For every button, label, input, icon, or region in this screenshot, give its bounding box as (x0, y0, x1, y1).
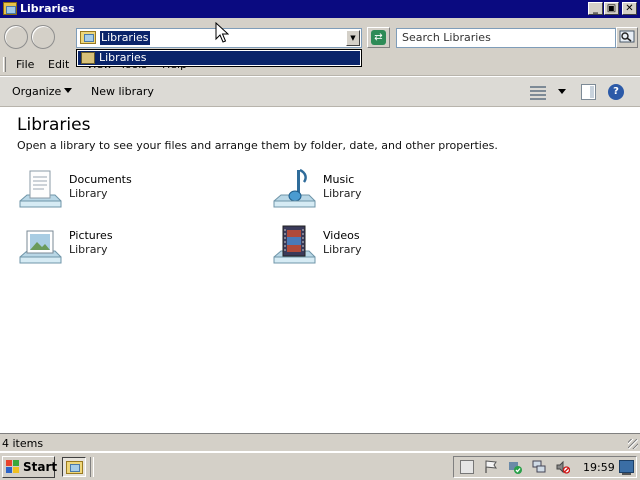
mouse-cursor-icon (215, 22, 229, 43)
close-button[interactable]: ✕ (622, 2, 637, 15)
libraries-icon (80, 31, 96, 44)
library-item-music[interactable]: Music Library (271, 167, 471, 217)
navigation-bar: Libraries ▼ ⇄ Search Libraries (0, 18, 640, 52)
library-type: Library (323, 187, 362, 200)
maximize-button[interactable]: ▣ (604, 2, 619, 15)
view-options-chevron-icon[interactable] (558, 89, 566, 94)
resize-grip[interactable] (628, 439, 638, 449)
library-type: Library (69, 243, 108, 256)
start-label: Start (23, 460, 58, 474)
show-desktop-icon[interactable] (619, 460, 634, 475)
help-icon[interactable]: ? (608, 84, 624, 100)
music-library-icon (273, 168, 316, 208)
start-button[interactable]: Start (2, 456, 58, 478)
change-view-icon[interactable] (530, 85, 546, 100)
search-placeholder: Search Libraries (402, 31, 491, 44)
back-button[interactable] (4, 25, 28, 49)
address-dropdown-button[interactable]: ▼ (346, 30, 360, 46)
library-name: Pictures (69, 229, 113, 242)
forward-button[interactable] (31, 25, 55, 49)
library-item-pictures[interactable]: Pictures Library (17, 223, 217, 273)
library-type: Library (69, 187, 108, 200)
menu-grip[interactable] (3, 57, 6, 72)
preview-pane-icon[interactable] (581, 84, 596, 100)
library-type: Library (323, 243, 362, 256)
dropdown-item-label: Libraries (99, 51, 147, 64)
page-title: Libraries (17, 115, 91, 135)
library-name: Documents (69, 173, 132, 186)
libraries-icon (81, 52, 95, 64)
item-count: 4 items (2, 437, 44, 450)
library-name: Videos (323, 229, 360, 242)
window-title: Libraries (20, 2, 75, 15)
minimize-button[interactable]: _ (588, 2, 603, 15)
address-dropdown-list: Libraries (76, 49, 362, 67)
command-bar: Organize New library ? (0, 77, 640, 107)
new-library-button[interactable]: New library (91, 85, 154, 98)
pictures-library-icon (19, 230, 62, 264)
refresh-button[interactable]: ⇄ (367, 27, 390, 48)
taskbar: Start 19:59 (0, 452, 640, 480)
status-bar: 4 items (0, 433, 640, 451)
search-button[interactable] (616, 27, 638, 48)
library-item-videos[interactable]: Videos Library (271, 223, 471, 273)
address-value[interactable]: Libraries (100, 31, 150, 45)
library-name: Music (323, 173, 355, 186)
document-tray-icon[interactable] (460, 460, 474, 474)
library-item-documents[interactable]: Documents Library (17, 167, 217, 217)
windows-logo-icon (6, 460, 20, 474)
videos-library-icon (273, 225, 316, 264)
security-shield-icon[interactable] (508, 460, 522, 474)
title-bar: Libraries _ ▣ ✕ (0, 0, 640, 18)
taskbar-libraries-window-button[interactable] (62, 457, 86, 477)
action-center-flag-icon[interactable] (484, 460, 498, 474)
taskbar-separator (90, 457, 94, 477)
taskbar-clock[interactable]: 19:59 (583, 461, 615, 474)
dropdown-item-libraries[interactable]: Libraries (78, 51, 360, 65)
libraries-window-icon[interactable] (3, 2, 17, 15)
menu-file[interactable]: File (16, 58, 34, 71)
system-tray: 19:59 (453, 456, 637, 478)
refresh-icon: ⇄ (371, 30, 386, 45)
organize-button[interactable]: Organize (12, 85, 61, 98)
chevron-down-icon[interactable] (64, 88, 72, 93)
network-icon[interactable] (532, 460, 546, 474)
documents-library-icon (19, 170, 62, 208)
search-icon (619, 30, 635, 43)
volume-muted-icon[interactable] (556, 460, 570, 474)
page-subtitle: Open a library to see your files and arr… (17, 139, 498, 152)
search-input[interactable]: Search Libraries (396, 28, 616, 48)
menu-edit[interactable]: Edit (48, 58, 69, 71)
libraries-icon (66, 461, 83, 474)
